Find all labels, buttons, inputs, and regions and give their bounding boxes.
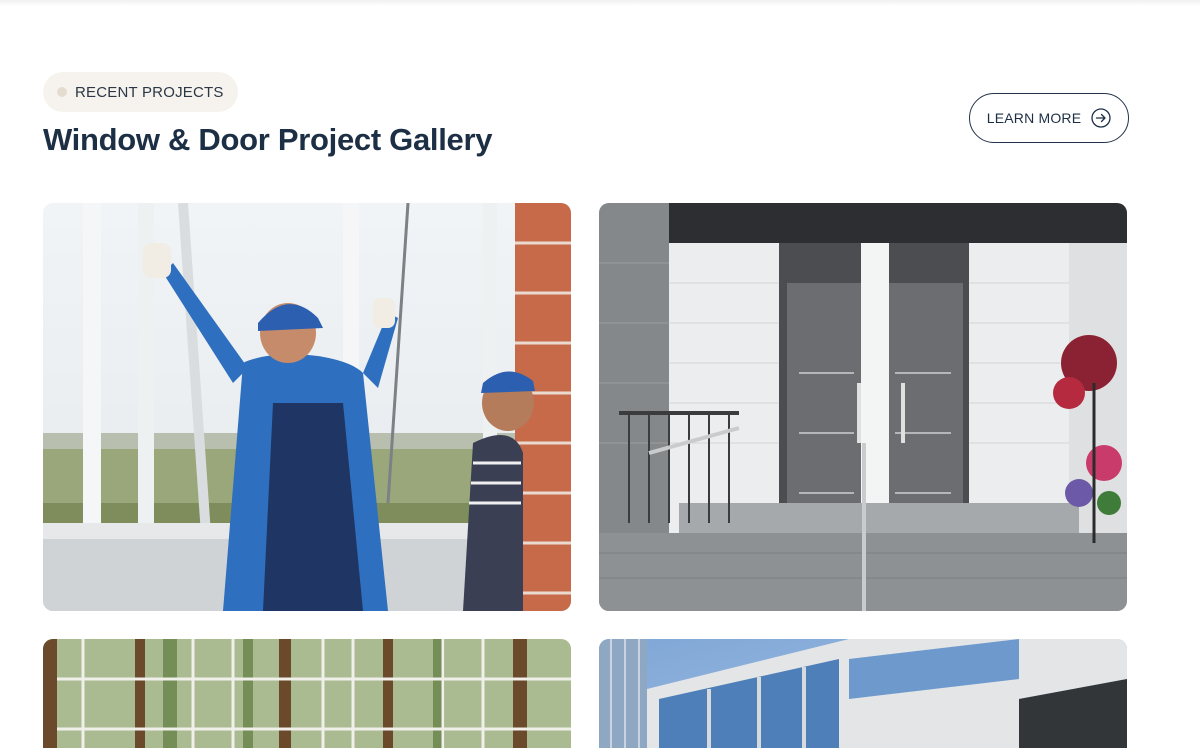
section-title: Window & Door Project Gallery <box>43 122 493 157</box>
eyebrow-label: RECENT PROJECTS <box>75 83 224 101</box>
gallery-card-wooden-windows[interactable] <box>43 639 571 748</box>
wooden-window-frames-photo <box>43 639 571 748</box>
gallery-card-entrance-doors[interactable] <box>599 203 1127 611</box>
gallery-card-window-install[interactable] <box>43 203 571 611</box>
arrow-right-circle-icon <box>1091 108 1111 128</box>
learn-more-button[interactable]: LEARN MORE <box>969 93 1129 143</box>
modern-entrance-doors-photo <box>599 203 1127 611</box>
workers-installing-window-photo <box>43 203 571 611</box>
gallery-card-glass-facade[interactable] <box>599 639 1127 748</box>
learn-more-label: LEARN MORE <box>986 110 1082 126</box>
section-eyebrow: RECENT PROJECTS <box>43 72 238 112</box>
eyebrow-dot-icon <box>57 87 67 97</box>
header-shadow <box>0 0 1200 6</box>
glass-building-facade-photo <box>599 639 1127 748</box>
